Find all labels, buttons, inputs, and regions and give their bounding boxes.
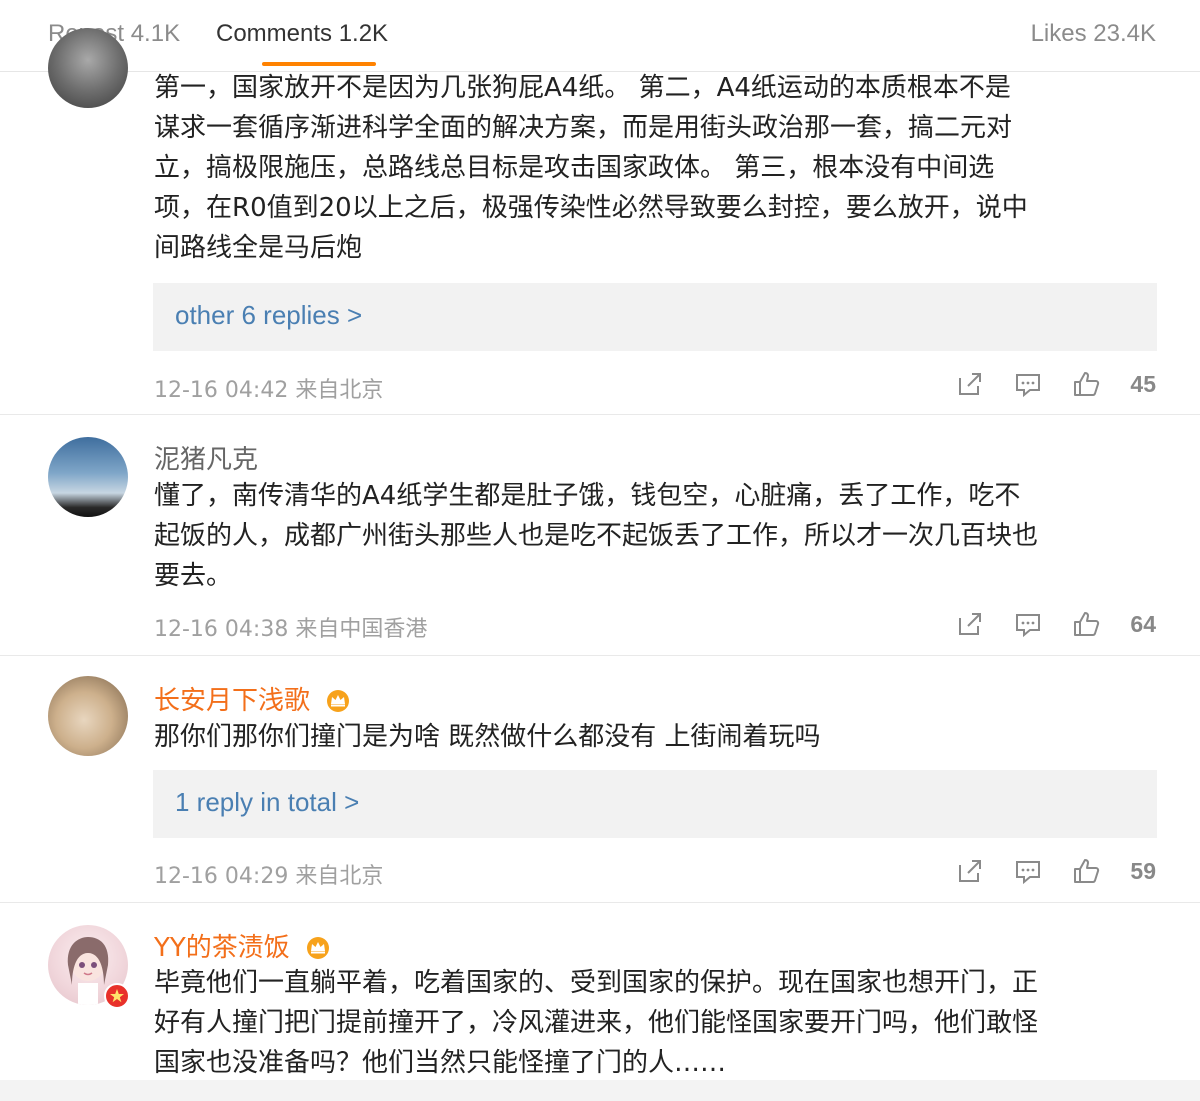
like-count: 59: [1130, 858, 1156, 884]
username[interactable]: 泥猪凡克: [154, 439, 258, 476]
repost-icon[interactable]: [956, 370, 984, 402]
repost-icon[interactable]: [956, 610, 984, 642]
comment-text: 懂了，南传清华的A4纸学生都是肚子饿，钱包空，心脏痛，丢了工作，吃不 起饭的人，…: [154, 481, 1039, 591]
comment-actions: 45: [956, 370, 1156, 400]
like-count: 45: [1130, 371, 1156, 397]
comment-meta: 12-16 04:29 来自北京: [154, 864, 384, 889]
like-icon[interactable]: [1072, 857, 1100, 889]
replies-box: 1 reply in total >: [153, 770, 1157, 838]
comment-actions: 64: [956, 610, 1156, 640]
comment-meta: 12-16 04:42 来自北京: [154, 378, 384, 403]
replies-box: other 6 replies >: [153, 283, 1157, 351]
view-replies-link[interactable]: 1 reply in total >: [175, 787, 359, 818]
comment-text: 第一，国家放开不是因为几张狗屁A4纸。 第二，A4纸运动的本质根本不是 谋求一套…: [154, 73, 1028, 263]
bottom-bar-edge: [0, 1080, 1200, 1101]
username[interactable]: YY的茶渍饭: [154, 927, 332, 966]
comment-actions: 59: [956, 857, 1156, 887]
comment-item: 第一，国家放开不是因为几张狗屁A4纸。 第二，A4纸运动的本质根本不是 谋求一套…: [0, 0, 1200, 415]
verified-badge-icon: [104, 983, 130, 1013]
like-count: 64: [1130, 611, 1156, 637]
comment-item: YY的茶渍饭 毕竟他们一直躺平着，吃着国家的、受到国家的保护。现在国家也想开门，…: [0, 903, 1200, 1101]
avatar[interactable]: [48, 676, 128, 756]
comment-icon[interactable]: [1014, 370, 1042, 402]
view-replies-link[interactable]: other 6 replies >: [175, 300, 362, 331]
comment-text: 毕竟他们一直躺平着，吃着国家的、受到国家的保护。现在国家也想开门，正 好有人撞门…: [154, 968, 1039, 1078]
comment-icon[interactable]: [1014, 610, 1042, 642]
comment-icon[interactable]: [1014, 857, 1042, 889]
like-icon[interactable]: [1072, 610, 1100, 642]
vip-crown-icon: [324, 688, 352, 719]
username[interactable]: 长安月下浅歌: [154, 680, 352, 719]
repost-icon[interactable]: [956, 857, 984, 889]
like-icon[interactable]: [1072, 370, 1100, 402]
comment-item: 泥猪凡克 懂了，南传清华的A4纸学生都是肚子饿，钱包空，心脏痛，丢了工作，吃不 …: [0, 415, 1200, 656]
comment-text: 那你们那你们撞门是为啥 既然做什么都没有 上街闹着玩吗: [154, 722, 821, 752]
avatar[interactable]: [48, 28, 128, 108]
avatar[interactable]: [48, 437, 128, 517]
vip-crown-icon: [304, 935, 332, 966]
comment-meta: 12-16 04:38 来自中国香港: [154, 617, 428, 642]
comment-item: 长安月下浅歌 那你们那你们撞门是为啥 既然做什么都没有 上街闹着玩吗 1 rep…: [0, 656, 1200, 903]
